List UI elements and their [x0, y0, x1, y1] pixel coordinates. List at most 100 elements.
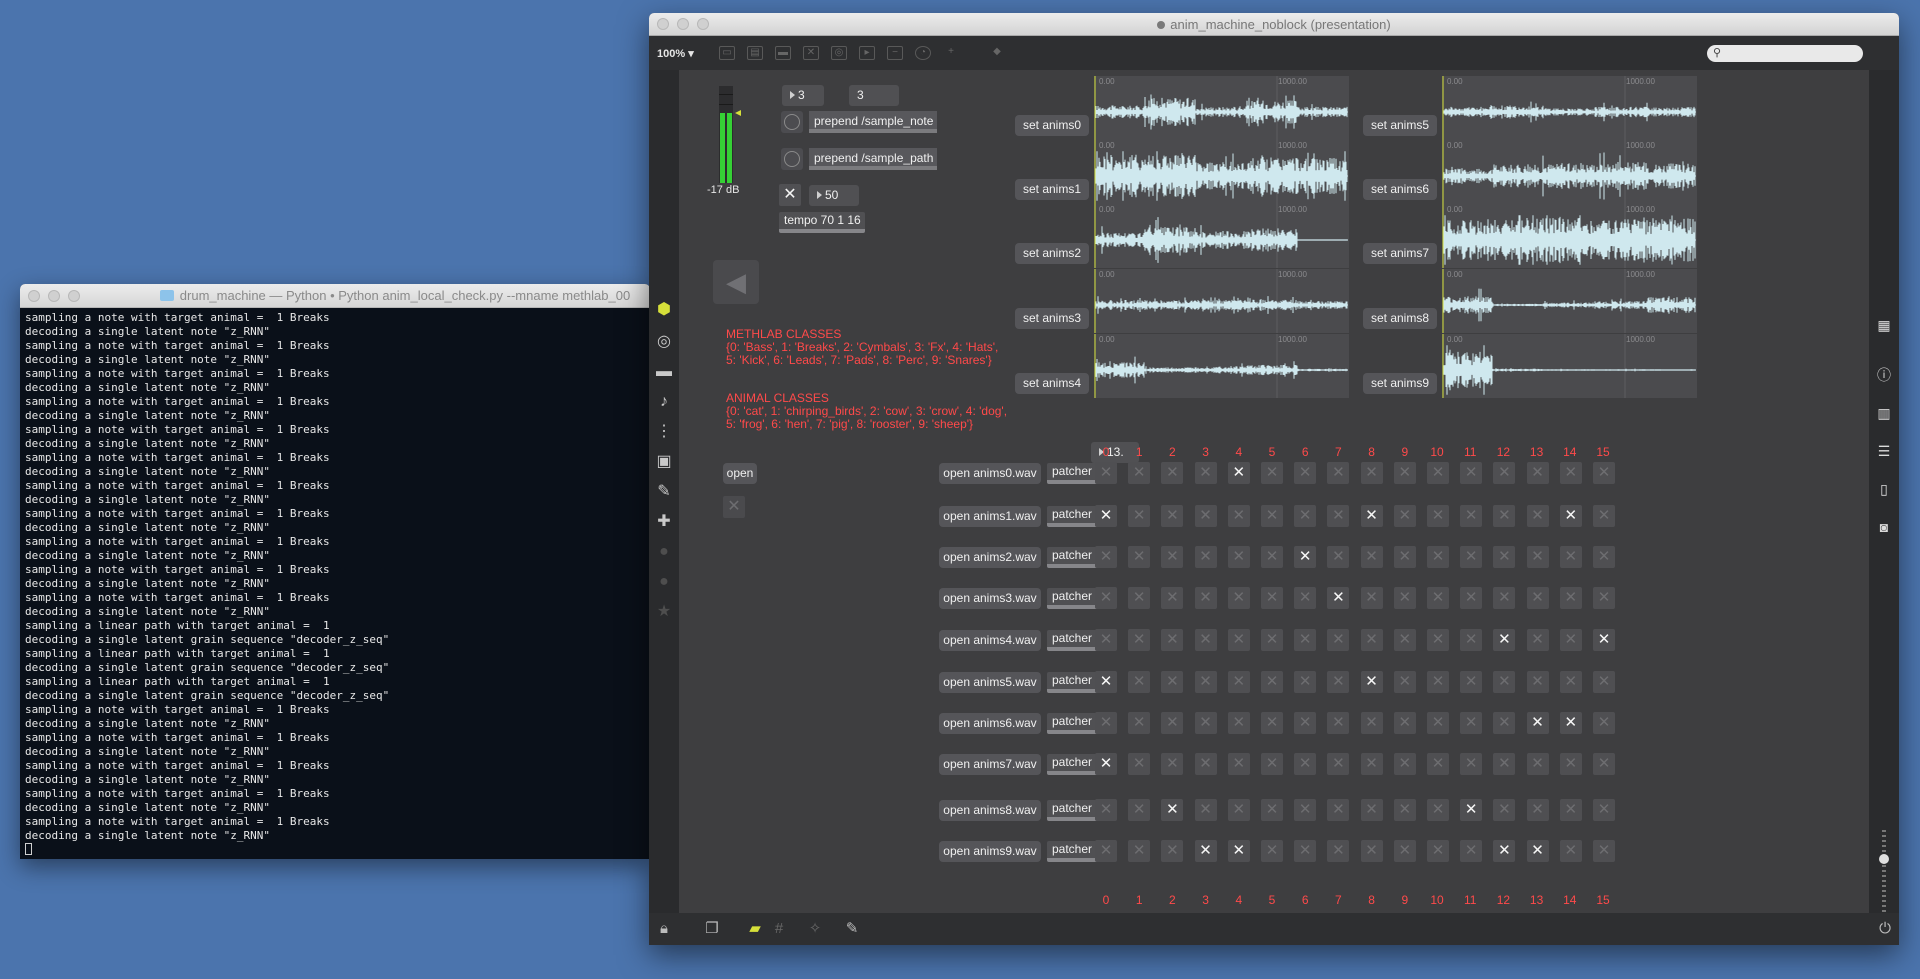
step-toggle[interactable]: ✕ — [1327, 671, 1350, 693]
toggle-icon[interactable]: ◎ — [831, 46, 847, 60]
step-toggle[interactable]: ✕ — [1360, 671, 1383, 693]
presentation-mode-icon[interactable]: ▰ — [745, 919, 765, 939]
step-toggle[interactable]: ✕ — [1393, 462, 1416, 484]
open-wav-button[interactable]: open anims8.wav — [939, 800, 1041, 821]
step-toggle[interactable]: ✕ — [1327, 587, 1350, 609]
music-note-icon[interactable]: ♪ — [654, 392, 674, 412]
open-wav-button[interactable]: open anims9.wav — [939, 841, 1041, 862]
step-toggle[interactable]: ✕ — [1593, 753, 1615, 775]
step-toggle[interactable]: ✕ — [1128, 629, 1151, 651]
set-anims-button[interactable]: set anims0 — [1015, 115, 1089, 136]
step-toggle[interactable]: ✕ — [1460, 712, 1483, 734]
step-toggle[interactable]: ✕ — [1327, 546, 1350, 568]
step-toggle[interactable]: ✕ — [1161, 546, 1184, 568]
step-toggle[interactable]: ✕ — [1261, 799, 1283, 821]
open-wav-button[interactable]: open anims3.wav — [939, 588, 1041, 609]
step-toggle[interactable]: ✕ — [1128, 546, 1151, 568]
step-toggle[interactable]: ✕ — [1493, 753, 1516, 775]
keyboard-icon[interactable]: ▬ — [654, 362, 674, 382]
video-icon[interactable]: ● — [654, 542, 674, 562]
step-toggle[interactable]: ✕ — [1227, 671, 1250, 693]
step-toggle[interactable]: ✕ — [1526, 505, 1549, 527]
step-toggle[interactable]: ✕ — [1559, 753, 1582, 775]
step-toggle[interactable]: ✕ — [1194, 799, 1217, 821]
step-toggle[interactable]: ✕ — [1559, 505, 1582, 527]
step-toggle[interactable]: ✕ — [1128, 712, 1151, 734]
step-toggle[interactable]: ✕ — [1261, 546, 1283, 568]
step-toggle[interactable]: ✕ — [1360, 462, 1383, 484]
step-toggle[interactable]: ✕ — [1559, 546, 1582, 568]
step-toggle[interactable]: ✕ — [1427, 462, 1449, 484]
step-toggle[interactable]: ✕ — [1493, 840, 1516, 862]
step-toggle[interactable]: ✕ — [1194, 671, 1217, 693]
prepend-sample-note-message[interactable]: prepend /sample_note — [809, 111, 937, 133]
step-toggle[interactable]: ✕ — [1493, 671, 1516, 693]
minus-icon[interactable]: − — [887, 46, 903, 60]
grid-icon[interactable]: ▦ — [1874, 316, 1894, 334]
waveform-display[interactable]: 0.00 1000.00 — [1094, 76, 1349, 140]
open-wav-button[interactable]: open anims2.wav — [939, 547, 1041, 568]
step-toggle[interactable]: ✕ — [1493, 799, 1516, 821]
step-toggle[interactable]: ✕ — [1393, 753, 1416, 775]
step-toggle[interactable]: ✕ — [1427, 840, 1449, 862]
step-toggle[interactable]: ✕ — [1161, 799, 1184, 821]
step-toggle[interactable]: ✕ — [1227, 462, 1250, 484]
step-toggle[interactable]: ✕ — [1294, 462, 1317, 484]
open-wav-button[interactable]: open anims6.wav — [939, 713, 1041, 734]
step-toggle[interactable]: ✕ — [1593, 629, 1615, 651]
search-input[interactable]: ⚲ — [1707, 45, 1863, 62]
toggle-x[interactable]: ✕ — [779, 184, 801, 206]
terminal-titlebar[interactable]: drum_machine — Python • Python anim_loca… — [20, 284, 650, 308]
step-toggle[interactable]: ✕ — [1393, 671, 1416, 693]
step-toggle[interactable]: ✕ — [1559, 587, 1582, 609]
list-icon[interactable]: ☰ — [1874, 442, 1894, 460]
step-toggle[interactable]: ✕ — [1095, 799, 1117, 821]
step-toggle[interactable]: ✕ — [1593, 712, 1615, 734]
patcher-canvas[interactable]: -17 dB 3 3 prepend /sample_note prepend … — [679, 70, 1869, 913]
step-toggle[interactable]: ✕ — [1460, 671, 1483, 693]
toggle-note[interactable] — [781, 111, 803, 133]
plug-icon[interactable]: ✚ — [654, 512, 674, 532]
book-icon[interactable]: ▯ — [1874, 480, 1894, 498]
step-toggle[interactable]: ✕ — [1360, 505, 1383, 527]
step-toggle[interactable]: ✕ — [1095, 840, 1117, 862]
step-toggle[interactable]: ✕ — [1261, 629, 1283, 651]
step-toggle[interactable]: ✕ — [1393, 799, 1416, 821]
step-toggle[interactable]: ✕ — [1294, 546, 1317, 568]
step-toggle[interactable]: ✕ — [1593, 546, 1615, 568]
step-toggle[interactable]: ✕ — [1526, 671, 1549, 693]
lock-icon[interactable]: 🔒︎ — [654, 919, 674, 939]
step-toggle[interactable]: ✕ — [1294, 799, 1317, 821]
step-toggle[interactable]: ✕ — [1227, 505, 1250, 527]
step-toggle[interactable]: ✕ — [1294, 587, 1317, 609]
step-toggle[interactable]: ✕ — [1559, 671, 1582, 693]
set-anims-button[interactable]: set anims9 — [1363, 373, 1437, 394]
step-toggle[interactable]: ✕ — [1294, 671, 1317, 693]
step-toggle[interactable]: ✕ — [1360, 753, 1383, 775]
grid-snap-icon[interactable]: # — [769, 919, 789, 939]
step-toggle[interactable]: ✕ — [1327, 712, 1350, 734]
step-toggle[interactable]: ✕ — [1227, 712, 1250, 734]
power-icon[interactable]: ⏻ — [1875, 919, 1895, 939]
max-patcher-window[interactable]: anim_machine_noblock (presentation) 100%… — [649, 13, 1899, 945]
step-toggle[interactable]: ✕ — [1460, 587, 1483, 609]
step-toggle[interactable]: ✕ — [1294, 629, 1317, 651]
step-toggle[interactable]: ✕ — [1427, 505, 1449, 527]
waveform-display[interactable]: 0.00 1000.00 — [1094, 140, 1349, 204]
step-toggle[interactable]: ✕ — [1460, 505, 1483, 527]
step-toggle[interactable]: ✕ — [1593, 505, 1615, 527]
step-toggle[interactable]: ✕ — [1095, 629, 1117, 651]
slider-knob[interactable] — [1879, 854, 1889, 864]
zoom-menu[interactable]: 100% ▾ — [657, 47, 707, 60]
step-toggle[interactable]: ✕ — [1128, 799, 1151, 821]
step-toggle[interactable]: ✕ — [1227, 587, 1250, 609]
windows-icon[interactable]: ❐ — [702, 919, 722, 939]
waveform-display[interactable]: 0.00 1000.00 — [1442, 334, 1697, 398]
camera-icon[interactable]: ◙ — [1874, 518, 1894, 536]
step-toggle[interactable]: ✕ — [1493, 546, 1516, 568]
step-toggle[interactable]: ✕ — [1427, 629, 1449, 651]
image-icon[interactable]: ▣ — [654, 452, 674, 472]
step-toggle[interactable]: ✕ — [1294, 712, 1317, 734]
step-toggle[interactable]: ✕ — [1161, 753, 1184, 775]
max-titlebar[interactable]: anim_machine_noblock (presentation) — [649, 13, 1899, 36]
